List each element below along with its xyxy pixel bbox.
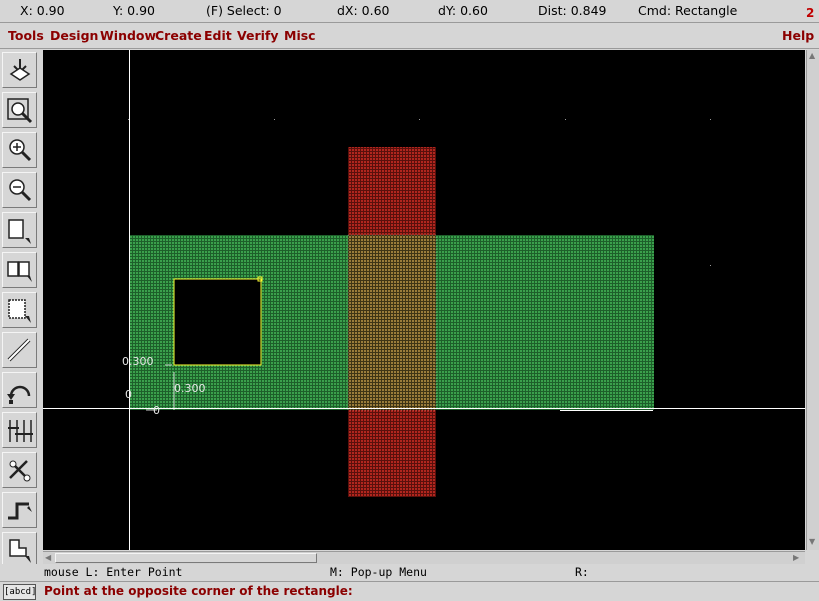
stretch-icon [8, 219, 31, 244]
scroll-left-arrow-icon[interactable]: ◀ [45, 553, 51, 563]
text-entry-box[interactable]: [abcd] [3, 584, 37, 600]
delta-y-readout: dY: 0.60 [438, 3, 488, 18]
select-count: (F) Select: 0 [206, 3, 282, 18]
layout-drawing: 0.300 0.300 0 0 [43, 50, 805, 550]
menu-edit[interactable]: Edit [204, 28, 232, 43]
mouse-middle-hint: M: Pop-up Menu [330, 565, 427, 579]
zoom-in-tool-button[interactable] [2, 132, 37, 168]
coordinate-status-bar: X: 0.90 Y: 0.90 (F) Select: 0 dX: 0.60 d… [0, 0, 819, 23]
wire-icon [8, 502, 32, 520]
menu-window[interactable]: Window [100, 28, 156, 43]
select-tool-button[interactable] [2, 532, 37, 568]
path-icon [8, 420, 33, 442]
origin-y-label: 0 [125, 388, 132, 401]
origin-x-label: 0 [153, 404, 160, 417]
command-prompt: Point at the opposite corner of the rect… [44, 584, 353, 598]
scroll-right-arrow-icon[interactable]: ▶ [793, 553, 799, 563]
zoom-out-tool-button[interactable] [2, 172, 37, 208]
stretch-tool-button[interactable] [2, 212, 37, 248]
property-tool-button[interactable] [2, 452, 37, 488]
mouse-right-hint: R: [575, 565, 589, 579]
ruler-icon [7, 338, 31, 362]
undo-icon [7, 385, 31, 404]
select-icon [9, 539, 31, 563]
menu-verify[interactable]: Verify [237, 28, 279, 43]
height-dimension-label: 0.300 [122, 355, 154, 368]
menu-help[interactable]: Help [782, 28, 814, 43]
vertical-scrollbar[interactable]: ▲ ▼ [806, 50, 819, 550]
menu-bar: Tools Design Window Create Edit Verify M… [0, 23, 819, 49]
delta-x-readout: dX: 0.60 [337, 3, 390, 18]
zoom-in-icon [9, 139, 32, 162]
menu-tools[interactable]: Tools [8, 28, 44, 43]
undo-tool-button[interactable] [2, 372, 37, 408]
mouse-binding-bar: mouse L: Enter Point M: Pop-up Menu R: [0, 564, 819, 581]
menu-create[interactable]: Create [155, 28, 202, 43]
distance-readout: Dist: 0.849 [538, 3, 607, 18]
menu-design[interactable]: Design [50, 28, 98, 43]
horizontal-scrollbar[interactable]: ◀ ▶ [43, 551, 805, 564]
copy-tool-button[interactable] [2, 252, 37, 288]
horizontal-scroll-thumb[interactable] [55, 553, 317, 563]
layout-canvas[interactable]: 0.300 0.300 0 0 [43, 50, 805, 550]
ruler-tool-button[interactable] [2, 332, 37, 368]
copy-icon [7, 261, 32, 282]
save-icon [9, 59, 31, 81]
window-number: 2 [806, 6, 815, 20]
tool-palette [0, 50, 40, 570]
move-icon [8, 299, 31, 323]
overlap-region [348, 235, 436, 410]
menu-misc[interactable]: Misc [284, 28, 316, 43]
zoom-fit-tool-button[interactable] [2, 92, 37, 128]
move-tool-button[interactable] [2, 292, 37, 328]
mouse-left-hint: mouse L: Enter Point [44, 565, 183, 579]
prompt-bar: [abcd] Point at the opposite corner of t… [0, 581, 819, 601]
property-icon [9, 460, 31, 482]
command-readout: Cmd: Rectangle [638, 3, 738, 18]
cursor-x-readout: X: 0.90 [20, 3, 65, 18]
save-tool-button[interactable] [2, 52, 37, 88]
zoom-out-icon [9, 179, 32, 202]
width-dimension-label: 0.300 [174, 382, 206, 395]
zoom-fit-icon [7, 98, 33, 124]
scroll-up-arrow-icon[interactable]: ▲ [809, 51, 815, 61]
cursor-y-readout: Y: 0.90 [113, 3, 155, 18]
rubber-band-rectangle [173, 278, 262, 366]
wire-tool-button[interactable] [2, 492, 37, 528]
path-tool-button[interactable] [2, 412, 37, 448]
scroll-down-arrow-icon[interactable]: ▼ [809, 537, 815, 547]
